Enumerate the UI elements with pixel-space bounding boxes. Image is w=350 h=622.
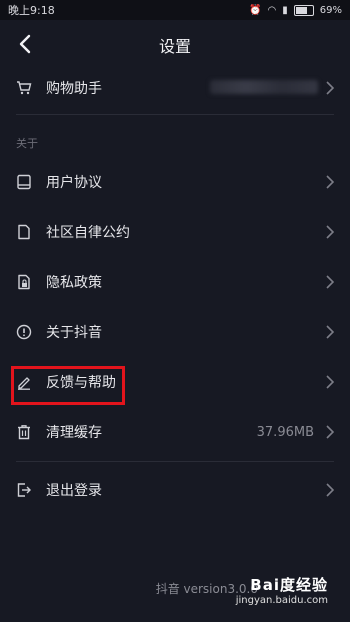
cache-size: 37.96MB (256, 424, 314, 440)
back-icon[interactable] (14, 32, 38, 56)
watermark-url: jingyan.baidu.com (235, 595, 328, 606)
info-icon (16, 324, 32, 340)
battery-icon (293, 4, 314, 16)
chevron-right-icon (326, 483, 334, 497)
menu-item-label: 用户协议 (46, 175, 102, 191)
menu-item-clear-cache[interactable]: 清理缓存 37.96MB (0, 407, 350, 457)
settings-list: 购物助手 关于 用户协议 社区自律公约 隐私政策 关于抖音 反馈与帮助 清理缓存… (0, 70, 350, 515)
chevron-right-icon (326, 375, 334, 389)
logout-icon (16, 482, 32, 498)
chevron-right-icon (326, 325, 334, 339)
highlight-box (11, 366, 125, 405)
menu-item-logout[interactable]: 退出登录 (0, 465, 350, 515)
menu-item-label: 关于抖音 (46, 325, 102, 341)
chevron-right-icon (326, 425, 334, 439)
battery-level: 69% (319, 4, 342, 16)
cart-icon (16, 80, 32, 96)
trash-icon (16, 424, 32, 440)
divider (16, 461, 334, 462)
chevron-right-icon (326, 275, 334, 289)
menu-item-label: 隐私政策 (46, 275, 102, 291)
chevron-right-icon (326, 225, 334, 239)
wifi-icon: ◠ (267, 4, 277, 16)
status-bar: 晚上9:18 ⏰ ◠ ▮ 69% (0, 0, 350, 20)
watermark-brand: Bai度经验 (250, 576, 328, 594)
status-time: 晚上9:18 (8, 4, 55, 17)
menu-item-user-agreement[interactable]: 用户协议 (0, 157, 350, 207)
menu-item-label: 购物助手 (46, 81, 102, 97)
page-title: 设置 (158, 37, 191, 56)
lock-document-icon (16, 274, 32, 290)
book-icon (16, 174, 32, 190)
signal-icon: ▮ (282, 4, 288, 16)
menu-item-label: 社区自律公约 (46, 225, 130, 241)
status-icons: ⏰ ◠ ▮ 69% (249, 4, 342, 16)
menu-item-label: 退出登录 (46, 483, 102, 499)
blurred-value (210, 80, 318, 94)
document-icon (16, 224, 32, 240)
chevron-right-icon (326, 81, 334, 95)
menu-item-about-douyin[interactable]: 关于抖音 (0, 307, 350, 357)
menu-item-community-guidelines[interactable]: 社区自律公约 (0, 207, 350, 257)
chevron-right-icon (326, 175, 334, 189)
section-label: 关于 (16, 137, 38, 150)
nav-bar: 设置 (0, 20, 350, 70)
menu-item-label: 清理缓存 (46, 425, 102, 441)
watermark-logo: Bai度经验 jingyan.baidu.com (218, 574, 328, 616)
menu-item-privacy-policy[interactable]: 隐私政策 (0, 257, 350, 307)
menu-item-shopping-assistant[interactable]: 购物助手 (0, 70, 350, 106)
alarm-icon: ⏰ (249, 4, 262, 16)
